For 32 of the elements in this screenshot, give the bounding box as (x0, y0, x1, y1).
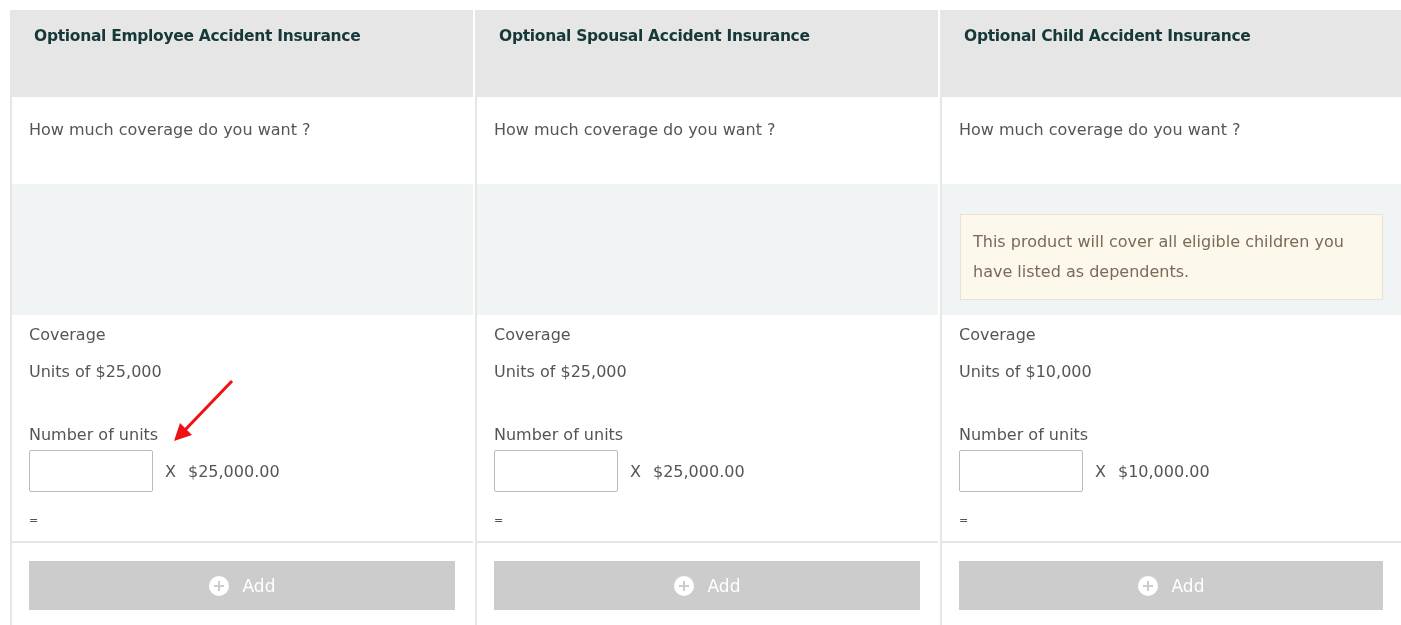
equals-sign: = (29, 514, 40, 527)
coverage-label: Coverage (494, 325, 572, 344)
units-input-field[interactable] (494, 450, 618, 492)
number-of-units-label: Number of units (959, 425, 1090, 444)
question-text: How much coverage do you want ? (29, 120, 311, 139)
question-text: How much coverage do you want ? (494, 120, 776, 139)
plus-circle-icon (208, 575, 229, 596)
question-text: How much coverage do you want ? (959, 120, 1241, 139)
multiply-sign: X (630, 461, 641, 481)
number-of-units-label: Number of units (29, 425, 160, 444)
unit-price: $25,000.00 (187, 461, 280, 481)
coverage-label: Coverage (29, 325, 107, 344)
equals-sign: = (959, 514, 970, 527)
unit-price: $10,000.00 (1117, 461, 1210, 481)
units-label: Units of $10,000 (959, 362, 1093, 381)
annotation-arrow (172, 379, 234, 443)
units-label: Units of $25,000 (494, 362, 628, 381)
number-of-units-label: Number of units (494, 425, 625, 444)
plus-circle-icon (1137, 575, 1158, 596)
equals-sign: = (494, 514, 505, 527)
column-title: Optional Spousal Accident Insurance (475, 10, 938, 97)
unit-price: $25,000.00 (652, 461, 745, 481)
multiply-sign: X (165, 461, 176, 481)
units-input-field[interactable] (29, 450, 153, 492)
notice-message: This product will cover all eligible children you have listed as dependents. (960, 214, 1383, 300)
multiply-sign: X (1095, 461, 1106, 481)
coverage-label: Coverage (959, 325, 1037, 344)
plus-circle-icon (673, 575, 694, 596)
column-title: Optional Employee Accident Insurance (10, 10, 473, 97)
column-title: Optional Child Accident Insurance (940, 10, 1401, 97)
units-label: Units of $25,000 (29, 362, 163, 381)
units-input-field[interactable] (959, 450, 1083, 492)
